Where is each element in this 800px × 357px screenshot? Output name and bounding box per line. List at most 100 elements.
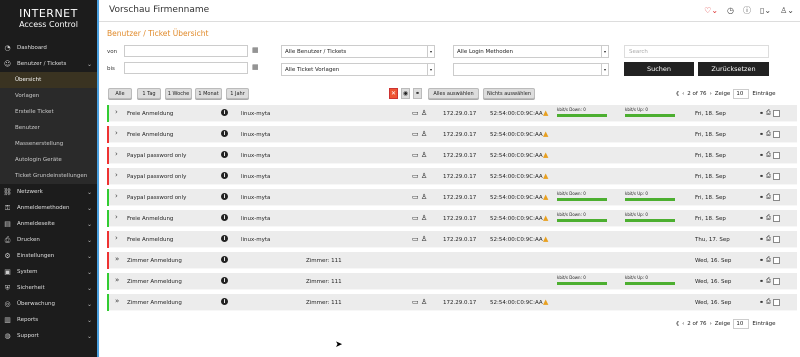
row-checkbox[interactable]: [772, 235, 780, 243]
printer-icon[interactable]: ⎙: [766, 214, 771, 222]
sidebar-subitem-ticket-grundeinstellungen[interactable]: Ticket Grundeinstellungen: [0, 168, 97, 184]
double-chevron-right-icon[interactable]: »: [115, 255, 119, 263]
row-checkbox[interactable]: [772, 130, 780, 138]
link-icon[interactable]: ⚭: [759, 236, 764, 243]
quick-filter-week[interactable]: 1 Woche: [165, 88, 192, 99]
double-chevron-right-icon[interactable]: »: [115, 297, 119, 305]
printer-icon[interactable]: ⎙: [766, 109, 771, 117]
sidebar-subitem-autologin[interactable]: Autologin Geräte: [0, 152, 97, 168]
printer-icon[interactable]: ⎙: [766, 298, 771, 306]
search-input[interactable]: Search: [624, 45, 769, 58]
first-page-icon[interactable]: ⟪: [676, 91, 679, 97]
sidebar-subitem-massenerstellung[interactable]: Massenerstellung: [0, 136, 97, 152]
row-checkbox[interactable]: [772, 256, 780, 264]
help-icon[interactable]: ⓘ: [743, 5, 751, 16]
chevron-right-icon[interactable]: ›: [115, 171, 118, 179]
heart-pulse-icon[interactable]: ♡⌄: [704, 6, 718, 15]
info-icon[interactable]: i: [221, 130, 228, 137]
row-checkbox[interactable]: [772, 277, 780, 285]
link-icon[interactable]: ⚭: [759, 257, 764, 264]
sidebar-item-netzwerk[interactable]: ⛓ Netzwerk ⌄: [0, 184, 97, 200]
table-row[interactable]: › Paypal password only i linux-myta ▭ ♙ 172.…: [107, 168, 797, 185]
info-icon[interactable]: i: [221, 256, 228, 263]
printer-icon[interactable]: ⎙: [766, 130, 771, 138]
search-button[interactable]: Suchen: [624, 62, 694, 76]
sidebar-subitem-vorlagen[interactable]: Vorlagen: [0, 88, 97, 104]
sidebar-item-anmeldemethoden[interactable]: ⚿ Anmeldemethoden ⌄: [0, 200, 97, 216]
sidebar-item-benutzer-tickets[interactable]: ☺ Benutzer / Tickets ⌄: [0, 56, 97, 72]
table-row[interactable]: › Freie Anmeldung i linux-myta ▭ ♙ 172.29.0.…: [107, 105, 797, 122]
link-icon[interactable]: ⚭: [759, 299, 764, 306]
link-icon[interactable]: ⚭: [759, 131, 764, 138]
table-row[interactable]: » Zimmer Anmeldung i Zimmer: 111 ▭ ♙ 172.29.…: [107, 294, 797, 311]
sidebar-item-einstellungen[interactable]: ⚙ Einstellungen ⌄: [0, 248, 97, 264]
table-row[interactable]: › Paypal password only i linux-myta ▭ ♙ 172.…: [107, 189, 797, 206]
double-chevron-right-icon[interactable]: »: [115, 276, 119, 284]
link-icon[interactable]: ⚭: [759, 215, 764, 222]
row-checkbox[interactable]: [772, 193, 780, 201]
toggle-icon[interactable]: ◉: [401, 88, 410, 99]
clock-icon[interactable]: ◷: [727, 6, 734, 15]
quick-filter-day[interactable]: 1 Tag: [137, 88, 161, 99]
template-filter-select[interactable]: Alle Ticket Vorlagen ▾: [281, 63, 435, 76]
next-page-icon[interactable]: ›: [710, 321, 712, 327]
document-icon[interactable]: ▯⌄: [760, 6, 771, 15]
link-icon[interactable]: ⚭: [759, 152, 764, 159]
from-date-input[interactable]: [124, 45, 248, 57]
sidebar-item-anmeldeseite[interactable]: ▤ Anmeldeseite ⌄: [0, 216, 97, 232]
calendar-icon[interactable]: ▦: [252, 63, 259, 71]
per-page-select[interactable]: 10: [733, 319, 750, 329]
delete-icon[interactable]: ✕: [389, 88, 398, 99]
select-all-button[interactable]: Alles auswählen: [428, 88, 479, 99]
account-icon[interactable]: ♙⌄: [780, 6, 794, 15]
login-method-select[interactable]: Alle Login Methoden ▾: [453, 45, 609, 58]
info-icon[interactable]: i: [221, 235, 228, 242]
link-icon[interactable]: ⚭: [759, 173, 764, 180]
per-page-select[interactable]: 10: [733, 89, 750, 99]
printer-icon[interactable]: ⎙: [766, 193, 771, 201]
info-icon[interactable]: i: [221, 151, 228, 158]
link-icon[interactable]: ⚭: [759, 110, 764, 117]
user-filter-select[interactable]: Alle Benutzer / Tickets ▾: [281, 45, 435, 58]
chevron-right-icon[interactable]: ›: [115, 234, 118, 242]
info-icon[interactable]: i: [221, 193, 228, 200]
chevron-right-icon[interactable]: ›: [115, 213, 118, 221]
next-page-icon[interactable]: ›: [710, 91, 712, 97]
link-icon[interactable]: ⚭: [759, 194, 764, 201]
sidebar-item-dashboard[interactable]: ◔ Dashboard: [0, 40, 97, 56]
sidebar-item--berwachung[interactable]: ◎ Überwachung ⌄: [0, 296, 97, 312]
table-row[interactable]: › Freie Anmeldung i linux-myta ▭ ♙ 172.29.0.…: [107, 231, 797, 248]
row-checkbox[interactable]: [772, 214, 780, 222]
calendar-icon[interactable]: ▦: [252, 46, 259, 54]
printer-icon[interactable]: ⎙: [766, 172, 771, 180]
printer-icon[interactable]: ⎙: [766, 235, 771, 243]
sidebar-item-system[interactable]: ▣ System ⌄: [0, 264, 97, 280]
to-date-input[interactable]: [124, 62, 248, 74]
row-checkbox[interactable]: [772, 298, 780, 306]
table-row[interactable]: » Zimmer Anmeldung i Zimmer: 111 kbit/s Dow…: [107, 273, 797, 290]
sidebar-item-support[interactable]: ◍ Support ⌄: [0, 328, 97, 344]
info-icon[interactable]: i: [221, 298, 228, 305]
secondary-filter-select[interactable]: ▾: [453, 63, 609, 76]
prev-page-icon[interactable]: ‹: [682, 91, 684, 97]
reset-button[interactable]: Zurücksetzen: [698, 62, 769, 76]
table-row[interactable]: › Freie Anmeldung i linux-myta ▭ ♙ 172.29.0.…: [107, 210, 797, 227]
table-row[interactable]: » Zimmer Anmeldung i Zimmer: 111 Wed, 16. S…: [107, 252, 797, 269]
sidebar-subitem-uebersicht[interactable]: Übersicht: [0, 72, 97, 88]
info-icon[interactable]: i: [221, 214, 228, 221]
sidebar-item-drucken[interactable]: ⎙ Drucken ⌄: [0, 232, 97, 248]
table-row[interactable]: › Freie Anmeldung i linux-myta ▭ ♙ 172.29.0.…: [107, 126, 797, 143]
chevron-right-icon[interactable]: ›: [115, 129, 118, 137]
sidebar-item-reports[interactable]: ▥ Reports ⌄: [0, 312, 97, 328]
table-row[interactable]: › Paypal password only i linux-myta ▭ ♙ 172.…: [107, 147, 797, 164]
link-icon[interactable]: ⚭: [759, 278, 764, 285]
sidebar-item-sicherheit[interactable]: ⛨ Sicherheit ⌄: [0, 280, 97, 296]
chevron-right-icon[interactable]: ›: [115, 150, 118, 158]
row-checkbox[interactable]: [772, 151, 780, 159]
row-checkbox[interactable]: [772, 109, 780, 117]
chevron-right-icon[interactable]: ›: [115, 108, 118, 116]
first-page-icon[interactable]: ⟪: [676, 321, 679, 327]
printer-icon[interactable]: ⎙: [766, 277, 771, 285]
printer-icon[interactable]: ⎙: [766, 151, 771, 159]
row-checkbox[interactable]: [772, 172, 780, 180]
